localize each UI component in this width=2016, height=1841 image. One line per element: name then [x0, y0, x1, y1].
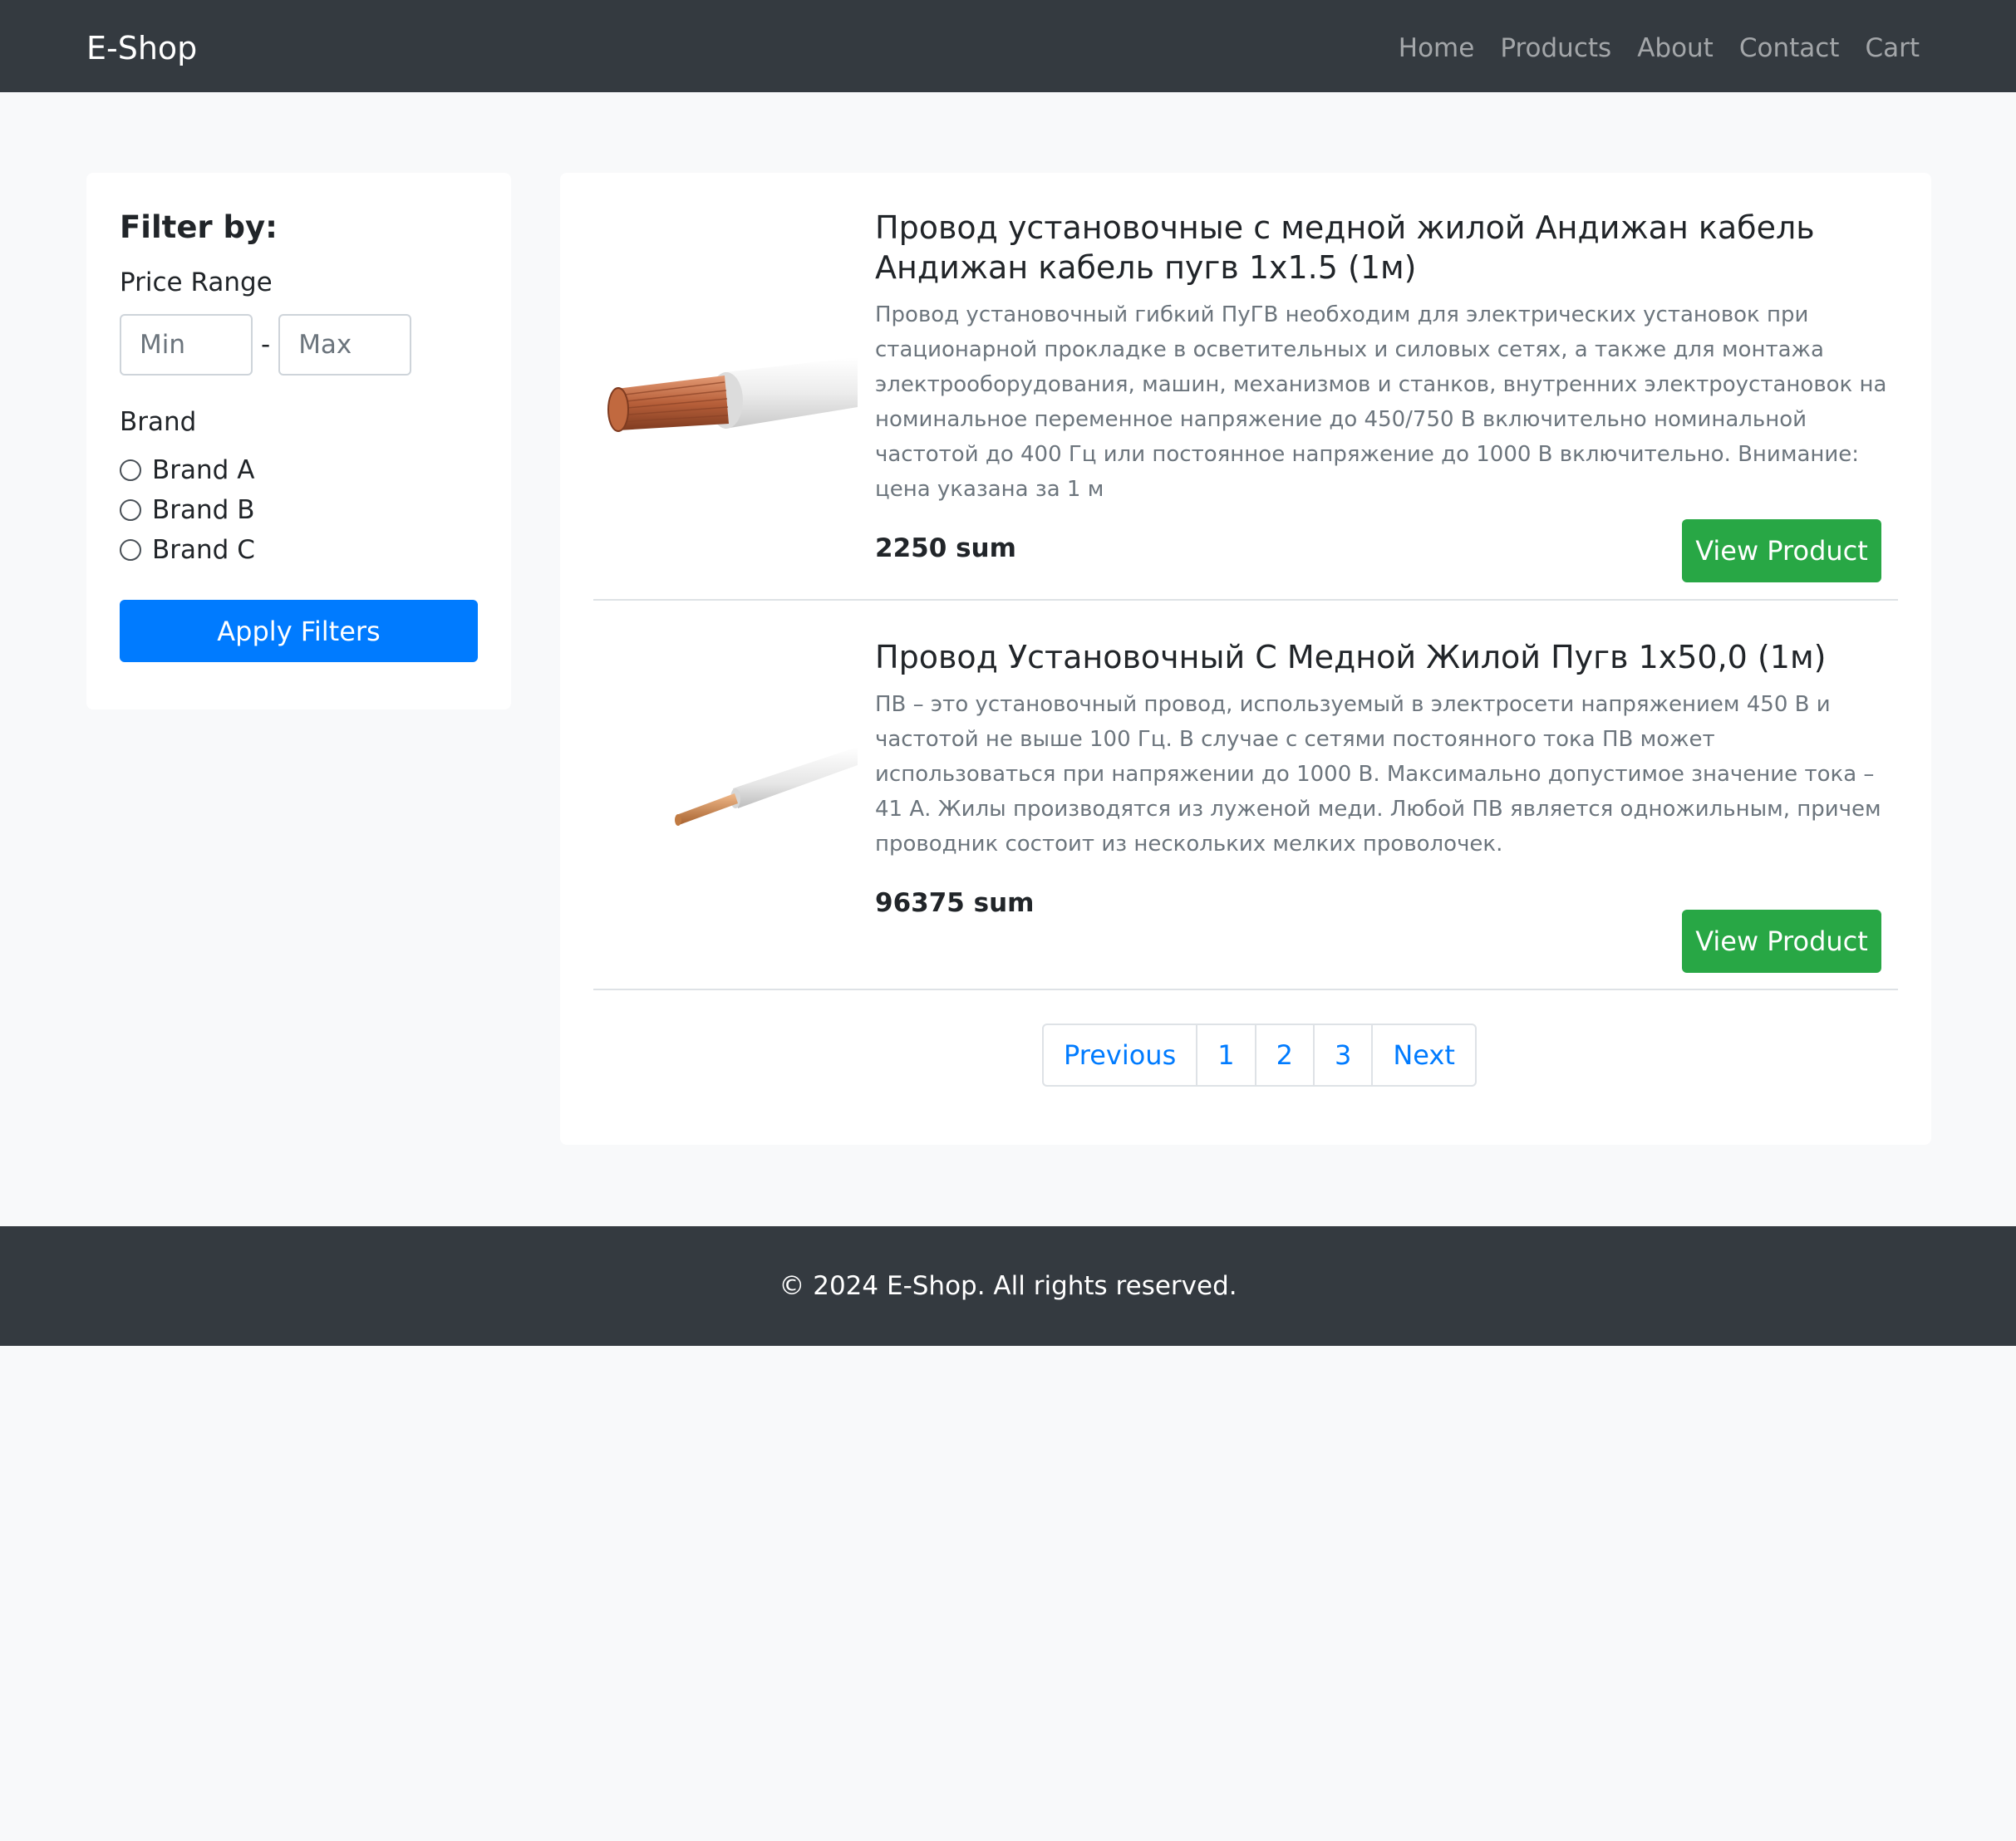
product-title[interactable]: Провод Установочный С Медной Жилой Пугв … [875, 637, 1897, 677]
view-product-button[interactable]: View Product [1682, 910, 1881, 973]
product-card: Провод Установочный С Медной Жилой Пугв … [593, 601, 1898, 990]
product-info: Провод Установочный С Медной Жилой Пугв … [875, 637, 1897, 918]
pagination-page-3[interactable]: 3 [1312, 1025, 1371, 1085]
nav-link-about[interactable]: About [1637, 25, 1714, 71]
product-title[interactable]: Провод установочные с медной жилой Андиж… [875, 208, 1897, 287]
pagination-page-2[interactable]: 2 [1254, 1025, 1313, 1085]
product-info: Провод установочные с медной жилой Андиж… [875, 208, 1897, 563]
brand-option-label: Brand B [152, 495, 255, 525]
product-list: Провод установочные с медной жилой Андиж… [560, 173, 1931, 1145]
nav-link-contact[interactable]: Contact [1739, 25, 1840, 71]
brand-option-c[interactable]: Brand C [120, 530, 478, 570]
price-max-input[interactable] [278, 314, 412, 376]
price-range-row: - [120, 314, 478, 376]
navbar: E-Shop Home Products About Contact Cart [0, 0, 2016, 92]
nav-link-cart[interactable]: Cart [1865, 25, 1920, 71]
brand-label: Brand [120, 407, 197, 437]
pagination-next[interactable]: Next [1371, 1025, 1475, 1085]
pagination-previous[interactable]: Previous [1044, 1025, 1196, 1085]
product-image-cable-stranded[interactable] [600, 306, 858, 472]
brand-option-label: Brand A [152, 455, 255, 485]
filter-title: Filter by: [120, 209, 278, 245]
radio-button[interactable] [120, 459, 141, 481]
nav-link-products[interactable]: Products [1500, 25, 1611, 71]
brand-option-b[interactable]: Brand B [120, 490, 478, 530]
radio-button[interactable] [120, 539, 141, 561]
product-description: Провод установочный гибкий ПуГВ необходи… [875, 302, 1887, 502]
product-description: ПВ – это установочный провод, используем… [875, 692, 1881, 857]
pagination-page-1[interactable]: 1 [1196, 1025, 1254, 1085]
brand-logo[interactable]: E-Shop [86, 25, 197, 71]
main-nav: Home Products About Contact Cart [1399, 25, 1920, 71]
price-min-input[interactable] [120, 314, 253, 376]
price-separator: - [261, 330, 271, 360]
apply-filters-button[interactable]: Apply Filters [120, 600, 478, 662]
filter-sidebar: Filter by: Price Range - Brand Brand A B… [86, 173, 511, 709]
brand-radio-group: Brand A Brand B Brand C [120, 450, 478, 570]
pagination: Previous 1 2 3 Next [1042, 1024, 1477, 1087]
footer: © 2024 E-Shop. All rights reserved. [0, 1226, 2016, 1346]
brand-option-a[interactable]: Brand A [120, 450, 478, 490]
view-product-button[interactable]: View Product [1682, 519, 1881, 582]
price-range-label: Price Range [120, 268, 273, 297]
product-card: Провод установочные с медной жилой Андиж… [593, 173, 1898, 601]
footer-copyright: © 2024 E-Shop. All rights reserved. [779, 1271, 1237, 1301]
product-image-cable-single[interactable] [600, 717, 858, 883]
radio-button[interactable] [120, 499, 141, 521]
brand-option-label: Brand C [152, 535, 255, 565]
nav-link-home[interactable]: Home [1399, 25, 1475, 71]
